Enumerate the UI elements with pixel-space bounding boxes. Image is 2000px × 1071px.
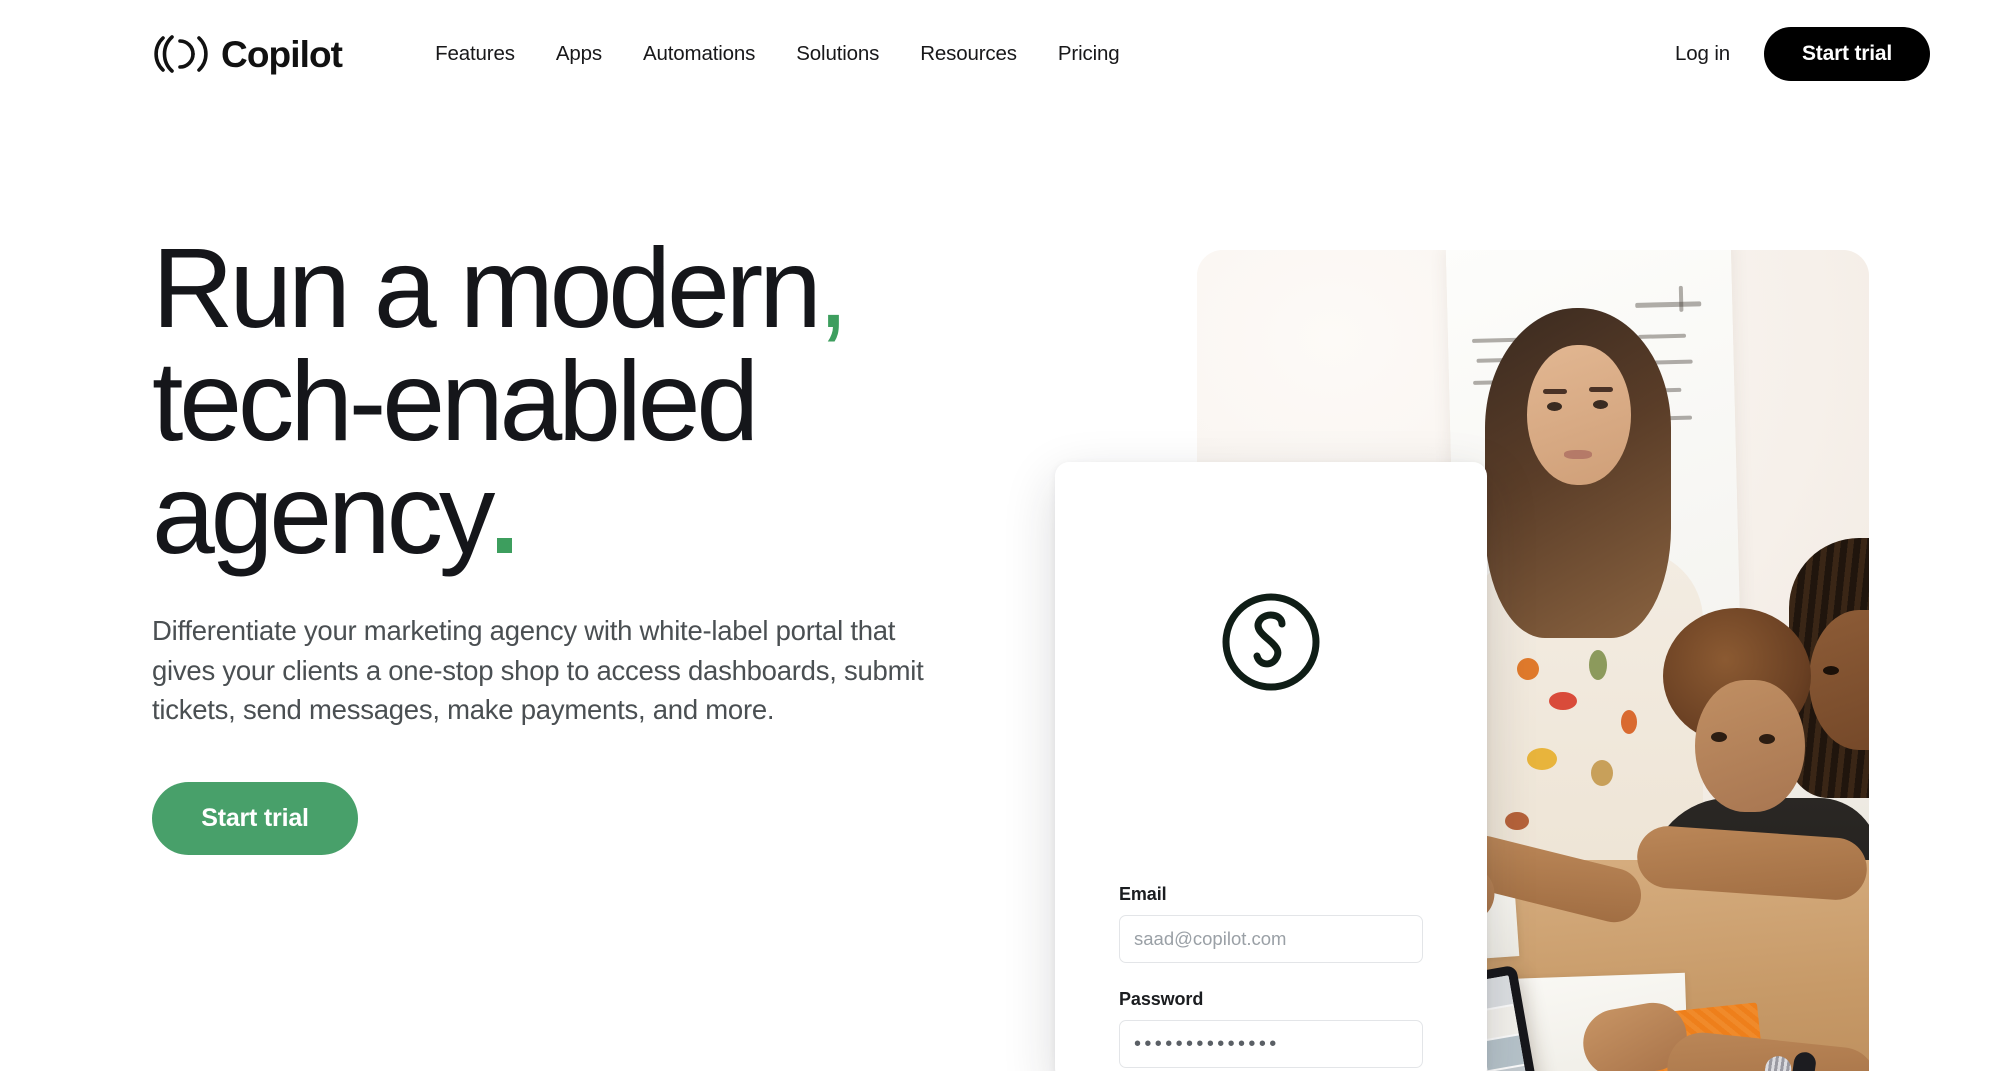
email-field-group: Email — [1119, 884, 1423, 963]
accent-comma: , — [817, 225, 849, 351]
hero-copy: Run a modern, tech-enabled agency Differ… — [152, 232, 982, 855]
nav-item-solutions[interactable]: Solutions — [796, 42, 879, 66]
page-title: Run a modern, tech-enabled agency — [152, 232, 982, 571]
site-header: Copilot Features Apps Automations Soluti… — [0, 0, 2000, 108]
copilot-arc-logo-icon — [154, 35, 208, 73]
log-in-link[interactable]: Log in — [1675, 42, 1730, 66]
accent-period — [497, 538, 513, 553]
nav-item-pricing[interactable]: Pricing — [1058, 42, 1120, 66]
nav-item-apps[interactable]: Apps — [556, 42, 602, 66]
hero-subcopy: Differentiate your marketing agency with… — [152, 615, 924, 726]
copilot-circle-mark-icon — [1222, 593, 1320, 691]
main-nav: Features Apps Automations Solutions Reso… — [435, 42, 1120, 66]
login-card: Email Password •••••••••••••• Sign in — [1055, 462, 1487, 1071]
headline-line-3: agency — [152, 458, 982, 571]
nav-item-features[interactable]: Features — [435, 42, 515, 66]
password-field-group: Password •••••••••••••• — [1119, 989, 1423, 1068]
nav-item-automations[interactable]: Automations — [643, 42, 755, 66]
email-input[interactable] — [1119, 915, 1423, 963]
password-label: Password — [1119, 989, 1204, 1009]
password-input[interactable]: •••••••••••••• — [1119, 1020, 1423, 1068]
header-actions: Log in Start trial — [1675, 27, 1930, 81]
start-trial-button-header[interactable]: Start trial — [1764, 27, 1930, 81]
headline-line-1: Run a modern, — [152, 225, 849, 351]
brand-name: Copilot — [221, 33, 343, 75]
email-label: Email — [1119, 884, 1167, 904]
brand-logo[interactable]: Copilot — [152, 33, 343, 75]
nav-item-resources[interactable]: Resources — [920, 42, 1017, 66]
landing-page: Copilot Features Apps Automations Soluti… — [0, 0, 2000, 1071]
headline-line-2: tech-enabled — [152, 338, 759, 464]
start-trial-button-hero[interactable]: Start trial — [152, 781, 358, 855]
